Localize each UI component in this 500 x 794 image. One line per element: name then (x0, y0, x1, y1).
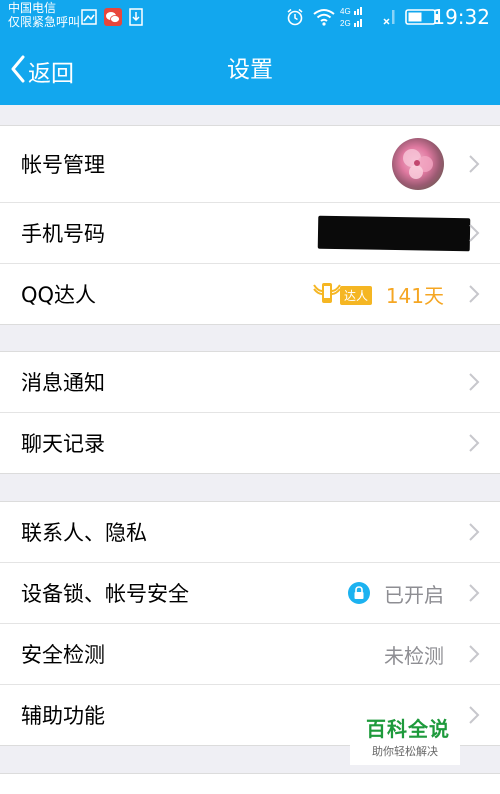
watermark-title: 百科全说 (366, 717, 450, 741)
row-label: 帐号管理 (21, 153, 105, 177)
settings-row-phone-number[interactable]: 手机号码 (0, 203, 500, 264)
settings-row-chat-history[interactable]: 聊天记录 (0, 413, 500, 473)
chevron-right-icon (468, 126, 480, 202)
signal-icon: 4G 2G (340, 5, 372, 29)
settings-row-security-check[interactable]: 安全检测 未检测 (0, 624, 500, 685)
security-check-value: 未检测 (384, 643, 444, 668)
avatar (392, 138, 444, 190)
row-label: 安全检测 (21, 643, 105, 667)
settings-row-qq-daren[interactable]: QQ达人 达人 141天 (0, 264, 500, 324)
chevron-right-icon (468, 624, 480, 684)
winged-phone-icon (312, 279, 342, 311)
daren-badge-label: 达人 (340, 285, 373, 305)
settings-row-device-lock[interactable]: 设备锁、帐号安全 已开启 (0, 563, 500, 624)
row-label: QQ达人 (21, 283, 97, 307)
row-label: 设备锁、帐号安全 (21, 582, 189, 606)
image-icon (80, 8, 98, 26)
nav-bar: 返回 设置 (0, 36, 500, 105)
watermark-subtitle: 助你轻松解决 (372, 745, 438, 758)
settings-row-notifications[interactable]: 消息通知 (0, 352, 500, 413)
redacted-phone-value (317, 215, 471, 252)
settings-row-contacts-privacy[interactable]: 联系人、隐私 (0, 502, 500, 563)
carrier-status: 仅限紧急呼叫 (8, 15, 81, 29)
settings-row-account-management[interactable]: 帐号管理 (0, 126, 500, 203)
row-label: 辅助功能 (21, 704, 105, 728)
settings-group-account: 帐号管理 手机号码 QQ达人 达人 141天 (0, 125, 500, 325)
wechat-icon (103, 8, 123, 26)
chevron-right-icon (468, 502, 480, 562)
row-label: 聊天记录 (21, 432, 105, 456)
device-lock-value: 已开启 (384, 582, 444, 607)
row-label: 手机号码 (21, 222, 105, 246)
settings-group-more (0, 773, 500, 794)
watermark-logo: 百科全说 助你轻松解决 (350, 705, 460, 765)
chevron-right-icon (468, 203, 480, 263)
chevron-right-icon (468, 264, 480, 324)
clock-time: 19:32 (432, 5, 490, 29)
signal-label-2g: 2G (340, 19, 351, 28)
chevron-right-icon (468, 563, 480, 623)
chevron-right-icon (468, 413, 480, 473)
alarm-icon (285, 8, 305, 26)
carrier-name: 中国电信 (8, 1, 57, 15)
signal-label-4g: 4G (340, 7, 351, 16)
chevron-right-icon (468, 685, 480, 745)
lock-icon (348, 582, 370, 604)
download-icon (128, 8, 144, 26)
daren-badge: 达人 (312, 279, 373, 311)
wifi-icon (311, 8, 337, 26)
page-title: 设置 (227, 57, 273, 83)
row-label: 联系人、隐私 (21, 521, 147, 545)
settings-group-messages: 消息通知 聊天记录 (0, 351, 500, 474)
daren-days: 141天 (385, 283, 444, 308)
chevron-right-icon (468, 352, 480, 412)
row-label: 消息通知 (21, 371, 105, 395)
no-signal-icon (377, 8, 399, 26)
status-bar: 中国电信 仅限紧急呼叫 4G 2G 19:32 (0, 0, 500, 36)
device-lock-status: 已开启 (348, 563, 444, 623)
